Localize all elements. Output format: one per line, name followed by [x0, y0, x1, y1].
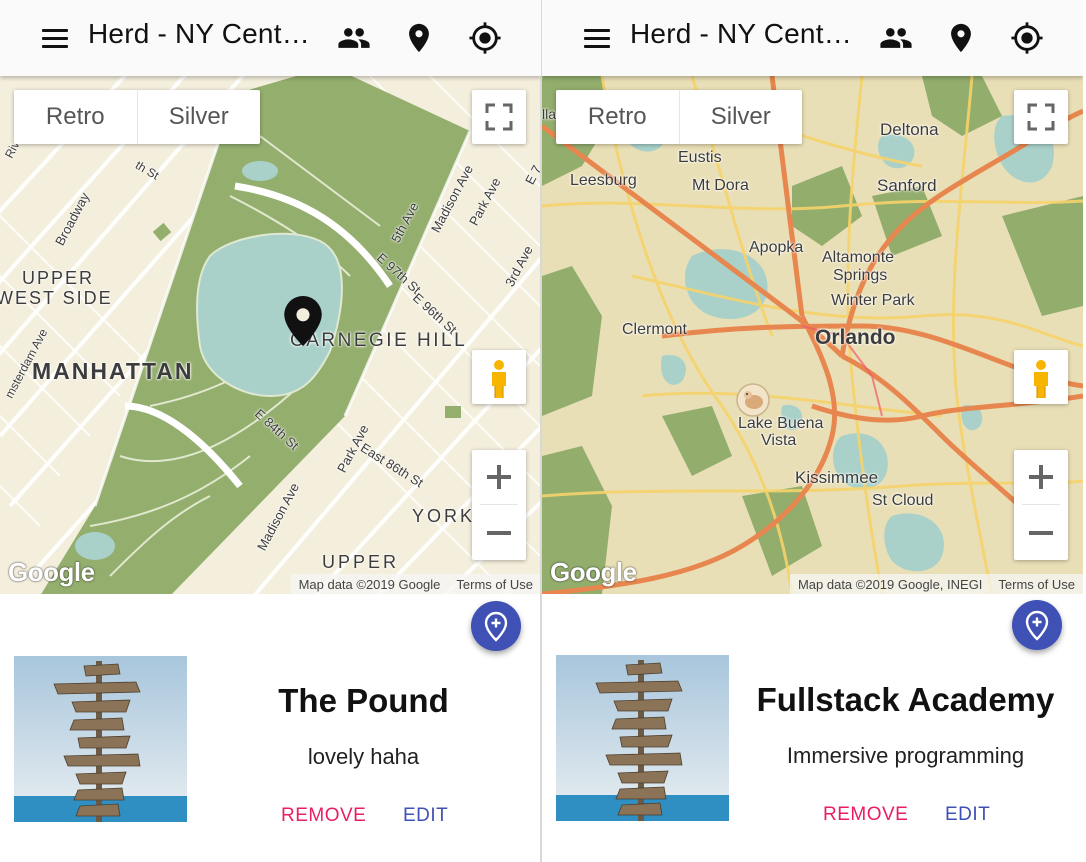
map-attribution: Map data ©2019 Google, INEGI Terms of Us… — [789, 574, 1083, 594]
map-label: Leesburg — [570, 172, 637, 189]
map-label: Apopka — [749, 239, 804, 256]
add-location-icon — [1025, 610, 1049, 641]
place-thumbnail — [556, 655, 729, 821]
map-data-credit: Map data ©2019 Google — [298, 576, 441, 592]
map-label: Winter Park — [831, 292, 915, 309]
zoom-out-icon[interactable] — [1014, 506, 1068, 560]
zoom-controls — [1014, 450, 1068, 560]
place-description: Immersive programming — [786, 743, 1025, 768]
map-label: lla — [542, 106, 557, 122]
map-label: Springs — [833, 267, 888, 284]
map-label: Orlando — [815, 326, 896, 349]
terms-of-use-link[interactable]: Terms of Use — [456, 577, 533, 592]
zoom-controls — [472, 450, 526, 560]
map-label: UPPER — [22, 268, 95, 288]
silver-style-button[interactable]: Silver — [136, 90, 261, 144]
edit-button[interactable]: EDIT — [945, 804, 990, 826]
map-label: Sanford — [877, 176, 937, 195]
people-icon[interactable] — [337, 21, 371, 55]
my-location-icon[interactable] — [1010, 21, 1044, 55]
map-label: Vista — [761, 432, 797, 449]
google-logo: Google — [550, 557, 637, 587]
screen-orlando: Herd - NY Central Deltona Eustis Leesbur… — [542, 0, 1083, 862]
place-name: The Pound — [278, 682, 449, 719]
zoom-in-icon[interactable] — [472, 450, 526, 504]
app-bar: Herd - NY Central — [542, 0, 1083, 76]
place-description: lovely haha — [307, 744, 420, 769]
menu-icon[interactable] — [40, 24, 70, 54]
place-name: Fullstack Academy — [756, 681, 1055, 718]
map-marker-icon[interactable] — [284, 296, 322, 346]
my-location-icon[interactable] — [468, 21, 502, 55]
pegman-icon[interactable] — [472, 350, 526, 404]
terms-of-use-link[interactable]: Terms of Use — [998, 577, 1075, 592]
map-data-credit: Map data ©2019 Google, INEGI — [797, 576, 983, 592]
map-marker-icon[interactable] — [735, 382, 771, 418]
app-title: Herd - NY Central — [88, 18, 313, 49]
retro-style-button[interactable]: Retro — [14, 90, 137, 144]
map-label: Kissimmee — [795, 468, 879, 487]
add-location-button[interactable] — [1012, 600, 1062, 650]
map-label: Clermont — [622, 321, 687, 338]
location-pin-icon[interactable] — [944, 21, 978, 55]
pegman-icon[interactable] — [1014, 350, 1068, 404]
silver-style-button[interactable]: Silver — [678, 90, 803, 144]
add-location-button[interactable] — [471, 601, 521, 651]
map-attribution: Map data ©2019 Google Terms of Use — [290, 574, 541, 594]
edit-button[interactable]: EDIT — [403, 805, 448, 827]
google-logo: Google — [8, 557, 95, 587]
map-label: WEST SIDE — [0, 288, 113, 308]
place-thumbnail — [14, 656, 187, 822]
map-label: MANHATTAN — [32, 358, 194, 384]
map-label: Deltona — [880, 120, 939, 139]
location-pin-icon[interactable] — [402, 21, 436, 55]
fullscreen-icon[interactable] — [1014, 90, 1068, 144]
add-location-icon — [484, 611, 508, 642]
remove-button[interactable]: REMOVE — [823, 804, 908, 826]
app-title: Herd - NY Central — [630, 18, 855, 49]
map-label: Altamonte — [822, 249, 895, 266]
zoom-in-icon[interactable] — [1014, 450, 1068, 504]
retro-style-button[interactable]: Retro — [556, 90, 679, 144]
map-label: YORK — [412, 506, 476, 526]
map-view[interactable]: Riverside Broadway UPPER WEST SIDE MANHA… — [0, 76, 541, 594]
app-bar: Herd - NY Central — [0, 0, 541, 76]
remove-button[interactable]: REMOVE — [281, 805, 366, 827]
zoom-out-icon[interactable] — [472, 506, 526, 560]
map-label: Eustis — [678, 149, 722, 166]
map-view[interactable]: Deltona Eustis Leesburg Mt Dora Sanford … — [542, 76, 1083, 594]
map-label: Mt Dora — [692, 177, 749, 194]
map-label: St Cloud — [872, 492, 934, 509]
map-style-toggle: Retro Silver — [556, 90, 802, 144]
menu-icon[interactable] — [582, 24, 612, 54]
screen-central-park: Herd - NY Central Broadway UPPER WEST SI… — [0, 0, 541, 862]
map-style-toggle: Retro Silver — [14, 90, 260, 144]
people-icon[interactable] — [879, 21, 913, 55]
fullscreen-icon[interactable] — [472, 90, 526, 144]
map-label: UPPER — [322, 552, 400, 572]
